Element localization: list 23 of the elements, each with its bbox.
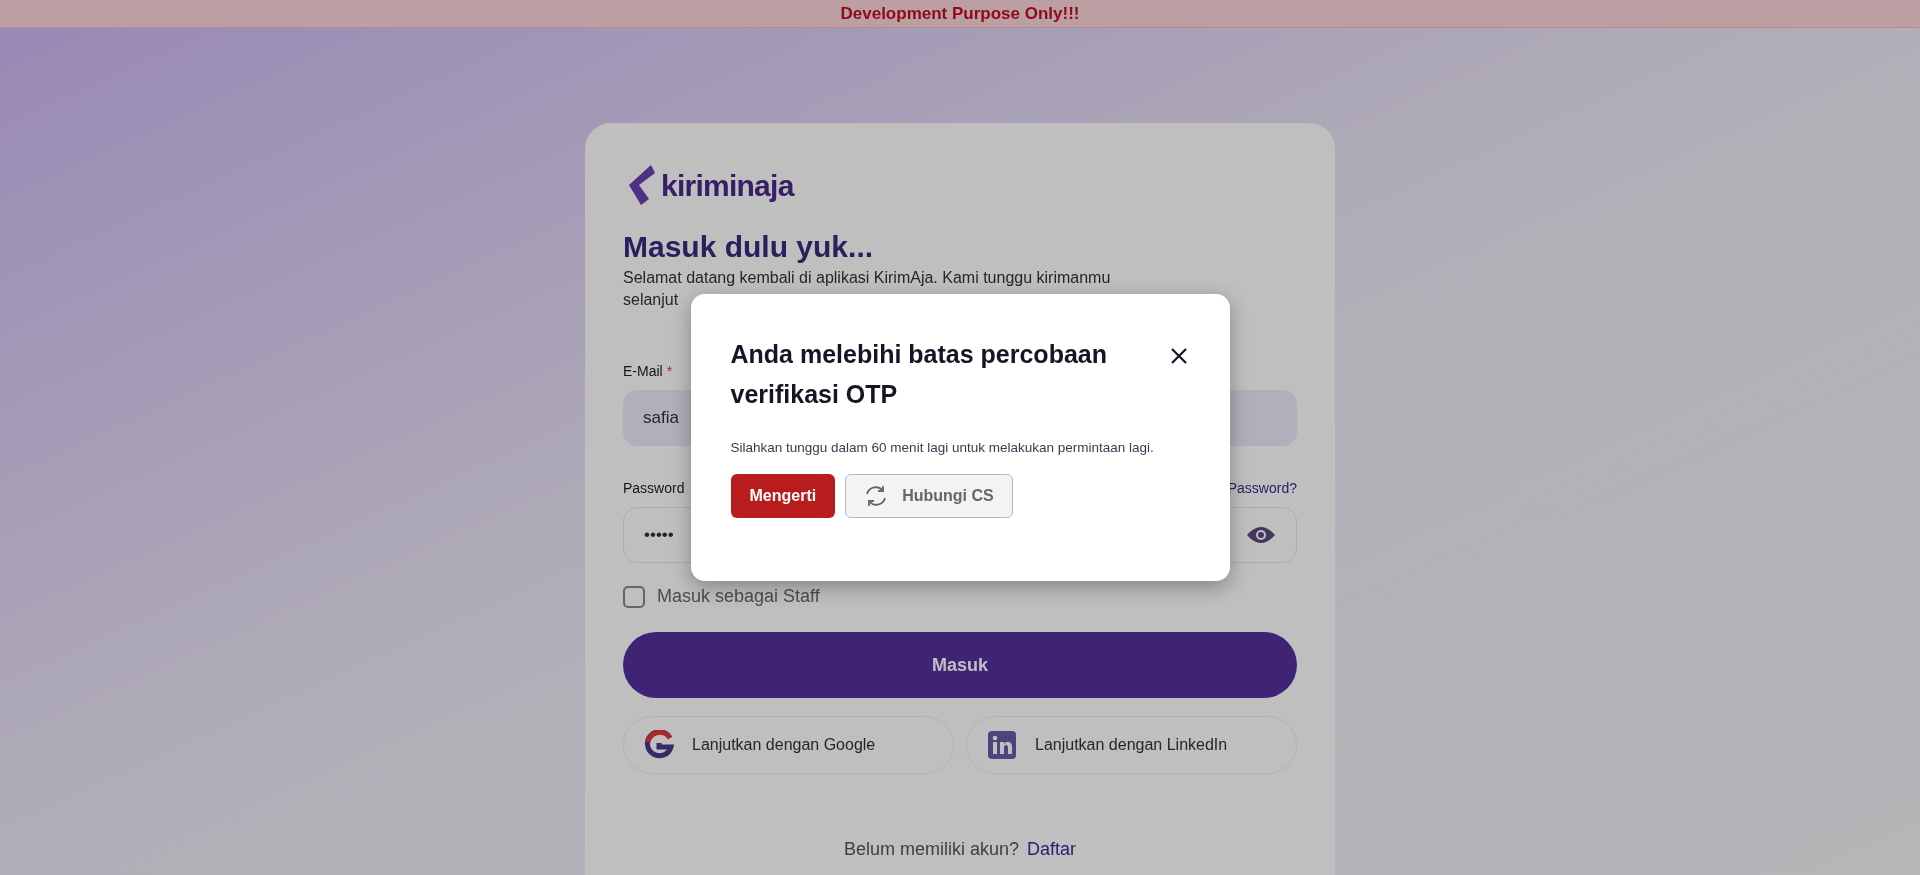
subtitle-text: selanjut: [623, 290, 680, 310]
refresh-icon: [864, 485, 889, 507]
required-mark: *: [666, 362, 673, 381]
dialog-message: Silahkan tunggu dalam 60 menit lagi untuk melakukan permintaan lagi.: [730, 439, 1155, 457]
close-icon[interactable]: [1169, 347, 1188, 365]
field-label: Password: [623, 479, 685, 498]
heading: Masuk dulu yuk...: [623, 229, 875, 265]
field-label: E-Mail: [623, 362, 663, 381]
forgot-password-link[interactable]: Password?: [1227, 478, 1297, 499]
understand-button[interactable]: Mengerti: [730, 474, 836, 518]
banner-text: Development Purpose Only!!!: [840, 2, 1080, 25]
signup-prompt: Belum memiliki akun?: [843, 838, 1019, 861]
checkbox-label: Masuk sebagai Staff: [657, 585, 820, 608]
login-button[interactable]: Masuk: [623, 632, 1297, 698]
google-icon: [644, 730, 674, 760]
staff-checkbox[interactable]: [623, 585, 645, 608]
linkedin-icon: [987, 730, 1017, 760]
logo-text: kiriminaja: [661, 167, 794, 204]
subtitle-text: Selamat datang kembali di aplikasi KirimAja. Kami tunggu kirimanmu: [623, 268, 1112, 288]
dialog-title: Anda melebihi batas percobaan verifikasi OTP: [730, 339, 1108, 410]
eye-icon[interactable]: [1246, 525, 1276, 545]
signup-link[interactable]: Daftar: [1027, 836, 1077, 863]
contact-cs-button[interactable]: Hubungi CS: [845, 474, 1013, 518]
